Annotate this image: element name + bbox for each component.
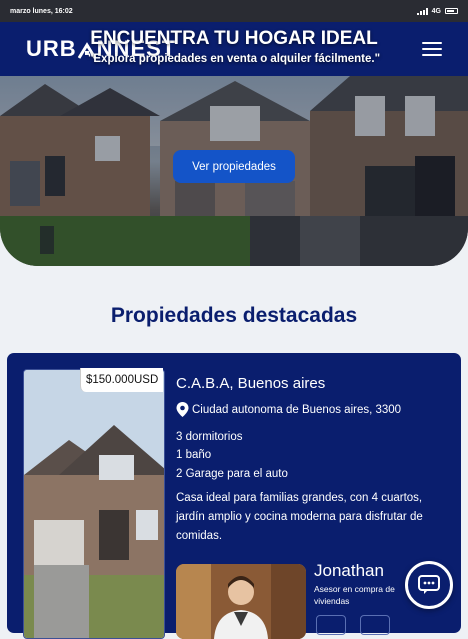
network-type: 4G (431, 7, 441, 15)
property-address: Ciudad autonoma de Buenos aires, 3300 (192, 403, 402, 416)
status-icons: 4G (416, 7, 458, 15)
status-bar: marzo lunes, 16:02 4G (0, 0, 468, 22)
agent-photo-illustration (176, 564, 306, 639)
agent-avatar (176, 564, 306, 639)
chat-bubble-icon (418, 575, 440, 594)
house-photo-illustration (24, 370, 164, 638)
hero-subtitle: "Explora propiedades en venta o alquiler… (87, 53, 381, 65)
feature-garage: 2 Garage para el auto (176, 468, 288, 480)
property-price: $150.000USD (80, 368, 164, 392)
agent-role: Asesor en compra de viviendas (314, 584, 395, 606)
hero-title: ENCUENTRA TU HOGAR IDEAL (90, 28, 378, 49)
property-location: C.A.B.A, Buenos aires (176, 375, 326, 392)
property-address-row: Ciudad autonoma de Buenos aires, 3300 (176, 402, 401, 417)
property-photo[interactable] (23, 369, 165, 639)
chat-button[interactable] (405, 561, 453, 609)
agent-name: Jonathan (314, 561, 384, 580)
property-card[interactable]: $150.000USD C.A.B.A, Buenos aires Ciudad… (7, 353, 461, 639)
view-properties-button[interactable]: Ver propiedades (173, 150, 295, 183)
feature-bathrooms: 1 baño (176, 449, 212, 461)
agent-message-button[interactable] (360, 615, 390, 635)
agent-contact-button[interactable] (316, 615, 346, 635)
location-pin-icon (176, 402, 189, 417)
property-description: Casa ideal para familias grandes, con 4 … (176, 492, 423, 542)
status-datetime: marzo lunes, 16:02 (10, 7, 73, 15)
feature-bedrooms: 3 dormitorios (176, 431, 243, 443)
property-info: C.A.B.A, Buenos aires Ciudad autonoma de… (176, 375, 423, 542)
section-title: Propiedades destacadas (110, 304, 358, 327)
battery-icon (445, 8, 458, 14)
signal-icon (416, 7, 428, 15)
